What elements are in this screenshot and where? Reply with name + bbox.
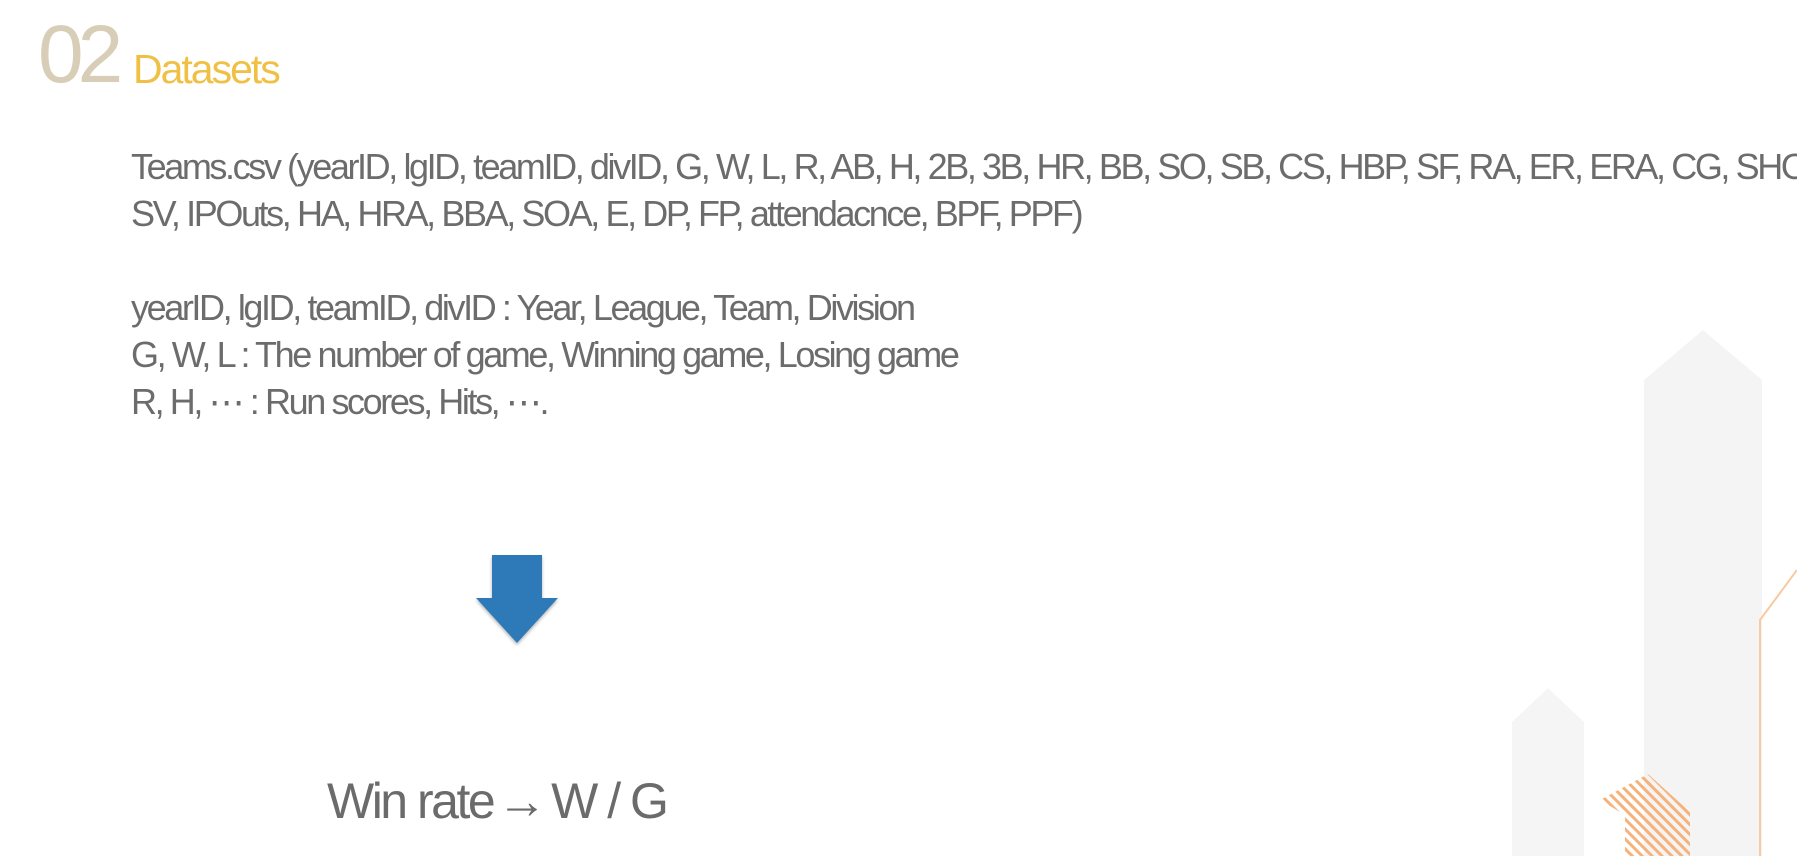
slide: 02 Datasets Teams.csv (yearID, lgID, tea… — [0, 0, 1797, 856]
schema-line: SV, IPOuts, HA, HRA, BBA, SOA, E, DP, FP… — [131, 193, 1084, 234]
formula-expression: W / G — [551, 773, 669, 829]
section-number: 02 — [38, 9, 123, 100]
right-arrow-icon: → — [497, 773, 548, 829]
section-title: Datasets — [133, 46, 281, 92]
down-arrow-icon — [476, 555, 558, 643]
description-line-runs: R, H, ⋯ : Run scores, Hits, ⋯. — [131, 381, 549, 422]
description-line-ids: yearID, lgID, teamID, divID : Year, Leag… — [131, 287, 916, 328]
win-rate-formula: Win rate→W / G — [327, 772, 669, 830]
description-line-games: G, W, L : The number of game, Winning ga… — [131, 334, 960, 375]
decorative-background — [1512, 330, 1797, 856]
schema-line: Teams.csv (yearID, lgID, teamID, divID, … — [131, 146, 1797, 187]
formula-label: Win rate — [327, 773, 496, 829]
